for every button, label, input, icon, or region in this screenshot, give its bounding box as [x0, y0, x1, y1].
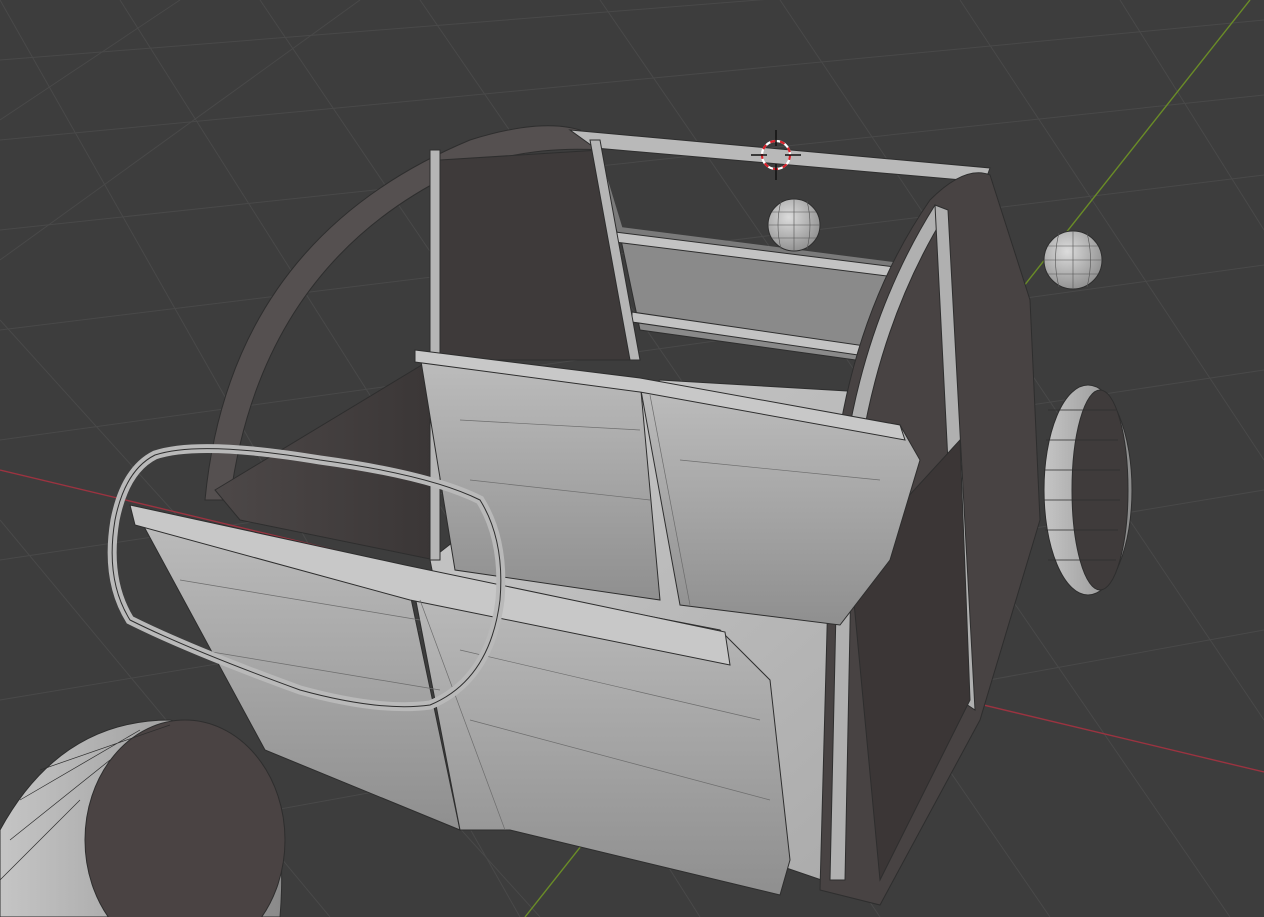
viewport-canvas[interactable]	[0, 0, 1264, 917]
sphere-headlight-left[interactable]	[767, 198, 821, 252]
wheel-rear-right[interactable]	[1043, 384, 1133, 596]
sphere-headlight-right[interactable]	[1043, 230, 1103, 290]
wheel-front-left[interactable]	[0, 719, 286, 917]
3d-viewport[interactable]	[0, 0, 1264, 917]
